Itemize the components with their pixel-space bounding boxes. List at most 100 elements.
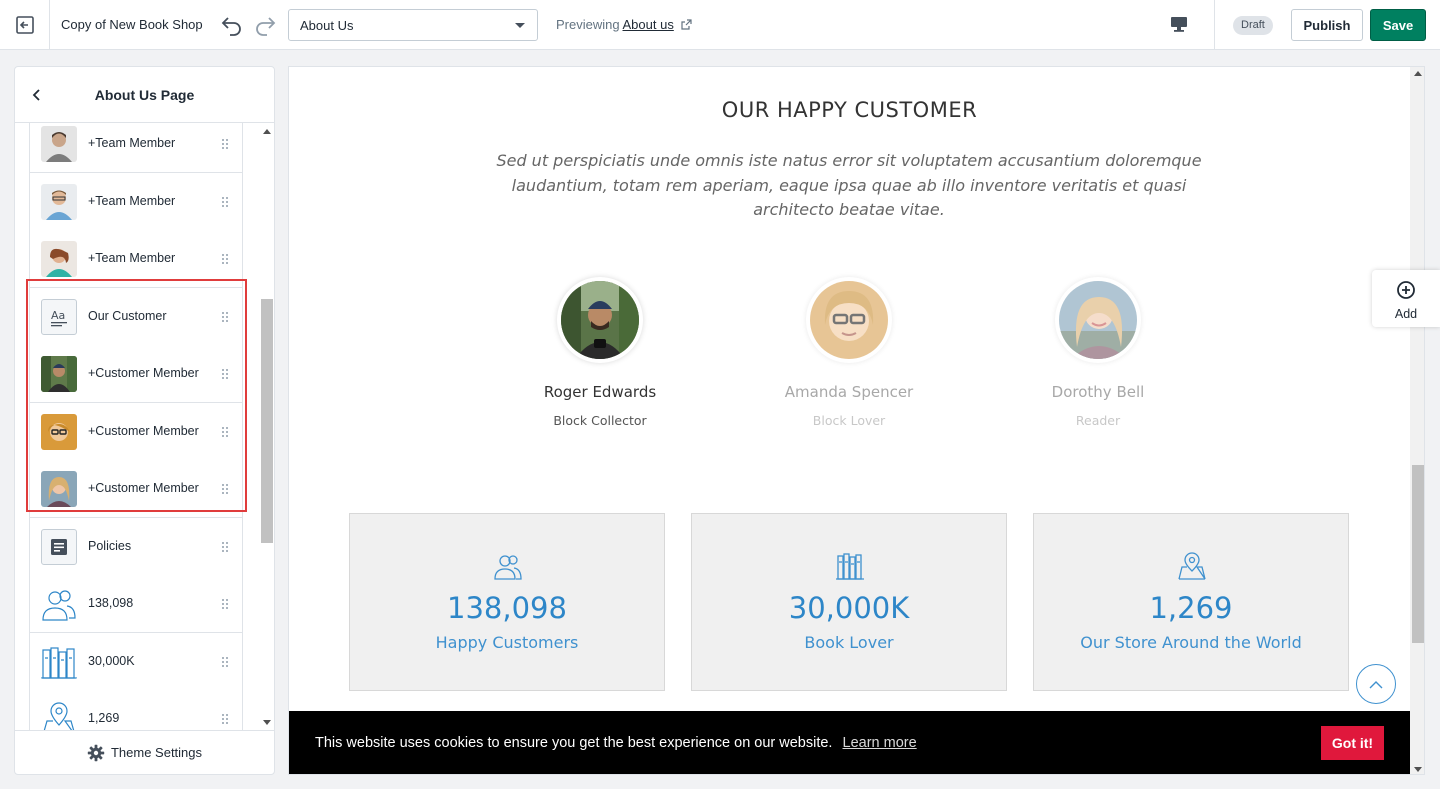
previewing-label: Previewing About us (556, 17, 693, 32)
customer-name: Roger Edwards (543, 383, 657, 401)
scroll-down-arrow-icon[interactable] (263, 720, 271, 725)
desktop-icon (1171, 17, 1187, 32)
books-icon (41, 644, 77, 680)
sidebar-item-label: 138,098 (88, 596, 134, 611)
sidebar-item-label: +Customer Member (88, 366, 199, 381)
drag-handle-icon[interactable] (222, 714, 228, 724)
sidebar-scrollbar[interactable] (259, 123, 274, 731)
scroll-up-arrow-icon[interactable] (263, 129, 271, 134)
scroll-up-arrow-icon[interactable] (1414, 71, 1422, 76)
sidebar-item-team-member[interactable]: +Team Member (30, 230, 242, 288)
preview-scrollbar[interactable] (1410, 67, 1424, 774)
gear-icon (87, 744, 105, 761)
scroll-down-arrow-icon[interactable] (1414, 767, 1422, 772)
top-bar: Copy of New Book Shop About Us Previewin… (0, 0, 1440, 50)
cookie-accept-button[interactable]: Got it! (1321, 726, 1384, 760)
sidebar-item-team-member[interactable]: +Team Member (30, 123, 242, 173)
customer-name: Dorothy Bell (1051, 383, 1145, 401)
customer-card[interactable]: Roger Edwards Block Collector (480, 277, 720, 428)
sidebar-item-label: +Team Member (88, 251, 176, 266)
sidebar-header: About Us Page (15, 67, 274, 123)
drag-handle-icon[interactable] (222, 657, 228, 667)
team-member-thumb (41, 184, 77, 220)
drag-handle-icon[interactable] (222, 197, 228, 207)
customer-role: Block Lover (812, 413, 886, 428)
drag-handle-icon[interactable] (222, 254, 228, 264)
sidebar-item-label: +Customer Member (88, 424, 199, 439)
sidebar-item-label: +Customer Member (88, 481, 199, 496)
previewing-link[interactable]: About us (623, 17, 674, 32)
sidebar-title: About Us Page (94, 87, 195, 103)
sidebar-item-label: +Team Member (88, 136, 176, 151)
stat-card-customers: 138,098 Happy Customers (349, 513, 665, 691)
text-block-icon: Aa (41, 299, 77, 335)
sidebar-item-stat-books[interactable]: 30,000K (30, 633, 242, 691)
sidebar-item-team-member[interactable]: +Team Member (30, 173, 242, 231)
sidebar-item-customer-member[interactable]: +Customer Member (30, 460, 242, 518)
sidebar-item-customer-member[interactable]: +Customer Member (30, 345, 242, 403)
stat-caption: Book Lover (804, 633, 894, 652)
sidebar-item-label: Our Customer (88, 309, 167, 324)
drag-handle-icon[interactable] (222, 139, 228, 149)
books-icon (836, 553, 864, 580)
customer-member-thumb (41, 356, 77, 392)
drag-handle-icon[interactable] (222, 369, 228, 379)
sidebar-item-customer-member[interactable]: +Customer Member (30, 403, 242, 461)
page-select-value: About Us (300, 17, 354, 33)
team-member-thumb (41, 126, 77, 162)
add-section-button[interactable]: Add (1372, 270, 1440, 327)
users-icon (494, 555, 522, 580)
external-link-icon (681, 19, 693, 30)
customer-role: Reader (1075, 413, 1121, 428)
sidebar-item-policies[interactable]: Policies (30, 518, 242, 576)
sidebar-item-stat-stores[interactable]: 1,269 (30, 690, 242, 731)
page-preview: OUR HAPPY CUSTOMER Sed ut perspiciatis u… (288, 66, 1425, 775)
chevron-up-icon (1369, 680, 1383, 688)
section-quote: Sed ut perspiciatis unde omnis iste natu… (496, 151, 1202, 219)
stat-value: 138,098 (447, 591, 567, 625)
svg-text:Aa: Aa (51, 309, 65, 322)
customer-avatar (806, 277, 892, 363)
learn-more-link[interactable]: Learn more (843, 735, 917, 751)
document-icon (41, 529, 77, 565)
page-select[interactable]: About Us (288, 9, 538, 41)
customer-name: Amanda Spencer (784, 383, 914, 401)
desktop-view-button[interactable] (1170, 15, 1188, 33)
customer-role: Block Collector (553, 413, 647, 428)
plus-circle-icon (1397, 281, 1415, 299)
team-member-thumb (41, 241, 77, 277)
exit-icon (15, 16, 34, 34)
shop-name: Copy of New Book Shop (61, 17, 203, 32)
back-to-top-button[interactable] (1356, 664, 1396, 704)
sidebar-item-our-customer[interactable]: Aa Our Customer (30, 288, 242, 346)
sidebar-scroll-thumb[interactable] (261, 299, 273, 543)
cookie-banner: This website uses cookies to ensure you … (289, 711, 1410, 774)
stat-caption: Our Store Around the World (1080, 633, 1302, 652)
drag-handle-icon[interactable] (222, 542, 228, 552)
drag-handle-icon[interactable] (222, 484, 228, 494)
redo-icon (256, 17, 276, 36)
map-pin-icon (1178, 552, 1206, 580)
customer-card[interactable]: Amanda Spencer Block Lover (729, 277, 969, 428)
theme-settings-button[interactable]: Theme Settings (15, 730, 274, 774)
sidebar-item-stat-customers[interactable]: 138,098 (30, 575, 242, 633)
redo-button[interactable] (253, 13, 277, 37)
map-pin-icon (41, 701, 77, 731)
save-button[interactable]: Save (1370, 9, 1426, 41)
customer-member-thumb (41, 471, 77, 507)
previewing-text: Previewing (556, 17, 620, 32)
undo-button[interactable] (220, 13, 244, 37)
top-divider (1214, 0, 1215, 50)
customer-member-thumb (41, 414, 77, 450)
exit-editor-button[interactable] (0, 0, 50, 50)
sidebar-item-label: +Team Member (88, 194, 176, 209)
drag-handle-icon[interactable] (222, 427, 228, 437)
stat-card-books: 30,000K Book Lover (691, 513, 1007, 691)
customer-card[interactable]: Dorothy Bell Reader (978, 277, 1218, 428)
publish-button[interactable]: Publish (1291, 9, 1363, 41)
stat-caption: Happy Customers (435, 633, 579, 652)
drag-handle-icon[interactable] (222, 312, 228, 322)
preview-scroll-thumb[interactable] (1412, 465, 1424, 643)
drag-handle-icon[interactable] (222, 599, 228, 609)
sidebar-item-label: 30,000K (88, 654, 135, 669)
